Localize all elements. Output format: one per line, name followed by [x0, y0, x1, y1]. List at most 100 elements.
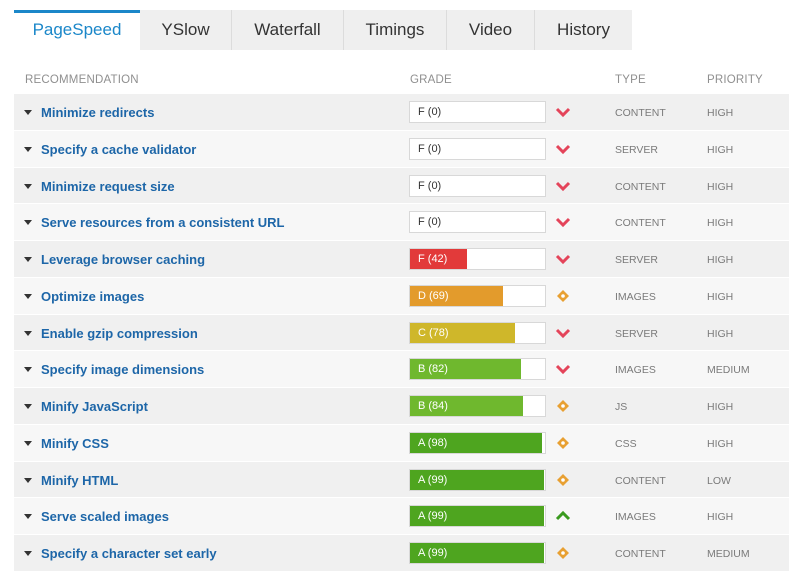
priority-label: HIGH	[707, 143, 734, 156]
expand-caret-icon[interactable]	[24, 551, 32, 556]
recommendation-link[interactable]: Minimize request size	[41, 179, 175, 194]
table-row[interactable]: Enable gzip compression C (78) SERVER HIGH	[14, 314, 789, 352]
expand-caret-icon[interactable]	[24, 404, 32, 409]
tab-video[interactable]: Video	[447, 10, 535, 50]
expand-caret-icon[interactable]	[24, 220, 32, 226]
recommendation-link[interactable]: Minify HTML	[41, 473, 118, 488]
recommendation-link[interactable]: Minimize redirects	[41, 105, 154, 120]
tab-timings[interactable]: Timings	[344, 10, 447, 50]
type-label: CONTENT	[615, 180, 666, 193]
table-row[interactable]: Minify HTML A (99) CONTENT LOW	[14, 461, 789, 499]
priority-label: HIGH	[707, 327, 734, 340]
chevron-down-icon	[555, 181, 571, 191]
column-header-recommendation: RECOMMENDATION	[25, 74, 139, 86]
priority-label: HIGH	[707, 511, 734, 524]
expand-caret-icon[interactable]	[24, 514, 32, 520]
diamond-icon	[557, 400, 569, 412]
type-label: JS	[615, 401, 628, 413]
grade-bar: F (0)	[409, 211, 546, 234]
table-row[interactable]: Minimize redirects F (0) CONTENT HIGH	[14, 94, 789, 131]
table-row[interactable]: Serve scaled images A (99) IMAGES HIGH	[14, 498, 789, 535]
recommendation-link[interactable]: Serve resources from a consistent URL	[41, 215, 284, 230]
expand-caret-icon[interactable]	[24, 183, 32, 189]
grade-value: F (42)	[418, 253, 448, 265]
tab-yslow[interactable]: YSlow	[140, 10, 232, 50]
diamond-icon	[557, 289, 569, 302]
expand-caret-icon[interactable]	[24, 110, 32, 115]
expand-caret-icon[interactable]	[24, 257, 32, 262]
grade-bar: F (42)	[409, 248, 546, 270]
table-row[interactable]: Specify image dimensions B (82) IMAGES MEDI…	[14, 351, 789, 388]
grade-value: D (69)	[418, 289, 449, 302]
recommendation-link[interactable]: Specify a cache validator	[41, 142, 196, 157]
type-label: CONTENT	[615, 217, 666, 230]
column-header-grade: GRADE	[410, 74, 452, 86]
grade-value: F (0)	[418, 142, 442, 155]
expand-caret-icon[interactable]	[24, 477, 32, 483]
grade-value: C (78)	[418, 326, 449, 339]
recommendation-table: Minimize redirects F (0) CONTENT HIGH Specif…	[14, 94, 789, 572]
expand-caret-icon[interactable]	[24, 367, 32, 373]
priority-label: MEDIUM	[707, 548, 750, 560]
expand-caret-icon[interactable]	[24, 330, 32, 336]
recommendation-link[interactable]: Minify CSS	[41, 436, 109, 451]
recommendation-link[interactable]: Specify a character set early	[41, 546, 217, 561]
priority-label: LOW	[707, 474, 731, 487]
type-label: IMAGES	[615, 511, 656, 524]
chevron-down-icon	[555, 107, 571, 118]
table-row[interactable]: Minimize request size F (0) CONTENT HIGH	[14, 167, 789, 205]
chevron-down-icon	[555, 144, 571, 154]
grade-bar: F (0)	[409, 174, 546, 197]
table-row[interactable]: Optimize images D (69) IMAGES HIGH	[14, 277, 789, 315]
tab-history[interactable]: History	[535, 10, 632, 50]
report-page: PageSpeed YSlow Waterfall Timings Video …	[0, 0, 800, 575]
grade-value: F (0)	[418, 216, 442, 229]
table-row[interactable]: Specify a cache validator F (0) SERVER HIGH	[14, 130, 789, 168]
chevron-down-icon	[555, 365, 571, 375]
grade-bar: F (0)	[409, 137, 546, 160]
grade-bar: A (99)	[409, 505, 546, 528]
type-label: IMAGES	[615, 364, 656, 377]
grade-value: F (0)	[418, 179, 442, 192]
type-label: IMAGES	[615, 290, 656, 303]
type-label: SERVER	[615, 327, 658, 340]
grade-value: B (82)	[418, 363, 448, 376]
tab-waterfall[interactable]: Waterfall	[232, 10, 344, 50]
tab-bar: PageSpeed YSlow Waterfall Timings Video …	[0, 0, 800, 50]
table-header: RECOMMENDATION GRADE TYPE PRIORITY	[14, 66, 789, 94]
type-label: SERVER	[615, 143, 658, 156]
recommendation-link[interactable]: Enable gzip compression	[41, 326, 198, 341]
table-row[interactable]: Minify CSS A (98) CSS HIGH	[14, 424, 789, 462]
grade-value: A (99)	[418, 473, 448, 486]
tab-pagespeed[interactable]: PageSpeed	[14, 10, 140, 50]
expand-caret-icon[interactable]	[24, 440, 32, 446]
recommendation-link[interactable]: Serve scaled images	[41, 509, 169, 524]
grade-bar: A (98)	[409, 431, 546, 454]
recommendation-link[interactable]: Optimize images	[41, 289, 144, 304]
recommendation-link[interactable]: Leverage browser caching	[41, 252, 205, 267]
expand-caret-icon[interactable]	[24, 293, 32, 299]
expand-caret-icon[interactable]	[24, 146, 32, 152]
priority-label: HIGH	[707, 217, 734, 230]
priority-label: HIGH	[707, 437, 734, 450]
priority-label: MEDIUM	[707, 364, 750, 377]
recommendation-link[interactable]: Minify JavaScript	[41, 399, 148, 414]
type-label: CSS	[615, 437, 637, 450]
type-label: SERVER	[615, 254, 658, 266]
priority-label: HIGH	[707, 254, 734, 266]
priority-label: HIGH	[707, 180, 734, 193]
grade-value: A (99)	[418, 547, 448, 559]
diamond-icon	[557, 547, 569, 559]
priority-label: HIGH	[707, 290, 734, 303]
type-label: CONTENT	[615, 474, 666, 487]
chevron-down-icon	[555, 218, 571, 228]
recommendation-link[interactable]: Specify image dimensions	[41, 362, 204, 377]
grade-bar: A (99)	[409, 542, 546, 564]
grade-bar: C (78)	[409, 321, 546, 344]
table-row[interactable]: Specify a character set early A (99) CONTE…	[14, 535, 789, 572]
priority-label: HIGH	[707, 107, 734, 119]
table-row[interactable]: Leverage browser caching F (42) SERVER HIGH	[14, 241, 789, 278]
table-row[interactable]: Minify JavaScript B (84) JS HIGH	[14, 388, 789, 425]
grade-bar: A (99)	[409, 468, 546, 491]
table-row[interactable]: Serve resources from a consistent URL F (…	[14, 204, 789, 241]
